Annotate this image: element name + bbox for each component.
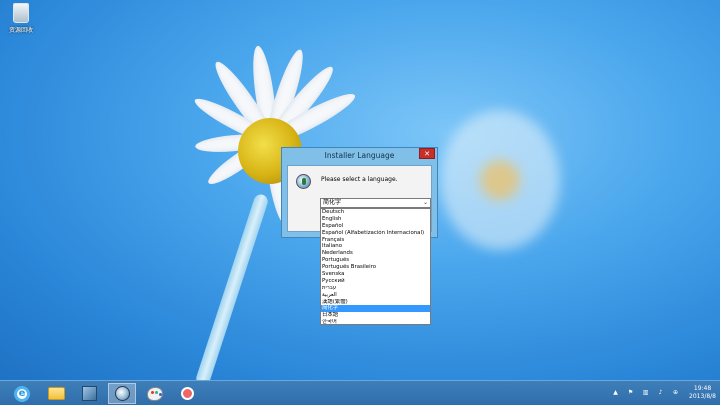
language-option[interactable]: العربية bbox=[321, 292, 430, 299]
language-option[interactable]: Deutsch bbox=[321, 209, 430, 216]
language-options-list[interactable]: Deutsch English Español Español (Alfabetiza… bbox=[320, 208, 431, 325]
language-option[interactable]: עברית bbox=[321, 285, 430, 292]
clock-date: 2013/8/8 bbox=[689, 393, 716, 400]
clock-time: 19:48 bbox=[693, 385, 712, 392]
language-option[interactable]: Português bbox=[321, 257, 430, 264]
taskbar-paint[interactable] bbox=[141, 383, 169, 404]
installer-app-icon bbox=[296, 174, 311, 189]
taskbar: e ▲ ⚑ ▥ ♪ ⊕ 19:48 2013/8/8 bbox=[0, 380, 720, 405]
language-option[interactable]: Italiano bbox=[321, 243, 430, 250]
language-option[interactable]: Nederlands bbox=[321, 250, 430, 257]
language-dropdown-value: 简化字 bbox=[323, 199, 342, 206]
installer-tool-icon bbox=[81, 386, 97, 401]
language-dropdown[interactable]: 简化字 ⌄ bbox=[320, 198, 431, 208]
taskbar-magnifier[interactable] bbox=[173, 383, 201, 404]
language-option[interactable]: 漢語(繁體) bbox=[321, 299, 430, 306]
language-option[interactable]: Español (Alfabetización Internacional) bbox=[321, 230, 430, 237]
language-prompt: Please select a language. bbox=[321, 176, 398, 183]
flower-stem bbox=[194, 192, 270, 380]
dialog-titlebar[interactable]: Installer Language ✕ bbox=[282, 148, 437, 164]
clock[interactable]: 19:48 2013/8/8 bbox=[689, 385, 716, 401]
language-option[interactable]: Português Brasileiro bbox=[321, 264, 430, 271]
internet-explorer-icon: e bbox=[14, 385, 30, 402]
folder-icon bbox=[47, 387, 65, 400]
input-method-icon[interactable]: ⊕ bbox=[671, 389, 680, 397]
language-option[interactable]: Français bbox=[321, 237, 430, 244]
taskbar-installer-disc[interactable] bbox=[108, 383, 136, 404]
system-tray: ▲ ⚑ ▥ ♪ ⊕ 19:48 2013/8/8 bbox=[608, 381, 716, 405]
action-center-flag-icon[interactable]: ⚑ bbox=[626, 389, 635, 397]
language-option[interactable]: Svenska bbox=[321, 271, 430, 278]
taskbar-installer-tool[interactable] bbox=[75, 383, 103, 404]
close-button[interactable]: ✕ bbox=[419, 148, 435, 159]
chevron-down-icon[interactable]: ⌄ bbox=[423, 199, 428, 207]
paint-palette-icon bbox=[147, 386, 163, 401]
background-flower-center-blur bbox=[480, 160, 520, 200]
network-icon[interactable]: ▥ bbox=[641, 389, 650, 397]
recycle-bin-icon[interactable]: 资源回收 bbox=[6, 3, 36, 34]
language-option[interactable]: Español bbox=[321, 223, 430, 230]
volume-icon[interactable]: ♪ bbox=[656, 389, 665, 397]
dialog-title: Installer Language bbox=[324, 151, 395, 160]
installer-disc-icon bbox=[114, 386, 130, 401]
show-hidden-icons-icon[interactable]: ▲ bbox=[611, 389, 620, 397]
language-option[interactable]: 한국어 bbox=[321, 319, 430, 326]
language-option[interactable]: 简化字 bbox=[321, 305, 430, 313]
taskbar-internet-explorer[interactable]: e bbox=[8, 383, 36, 404]
recycle-bin-label: 资源回收 bbox=[8, 27, 33, 34]
trash-icon bbox=[13, 3, 29, 23]
language-option[interactable]: English bbox=[321, 216, 430, 223]
taskbar-file-explorer[interactable] bbox=[42, 383, 70, 404]
magnifier-icon bbox=[180, 387, 194, 400]
language-option[interactable]: 日本語 bbox=[321, 312, 430, 319]
language-option[interactable]: Русский bbox=[321, 278, 430, 285]
